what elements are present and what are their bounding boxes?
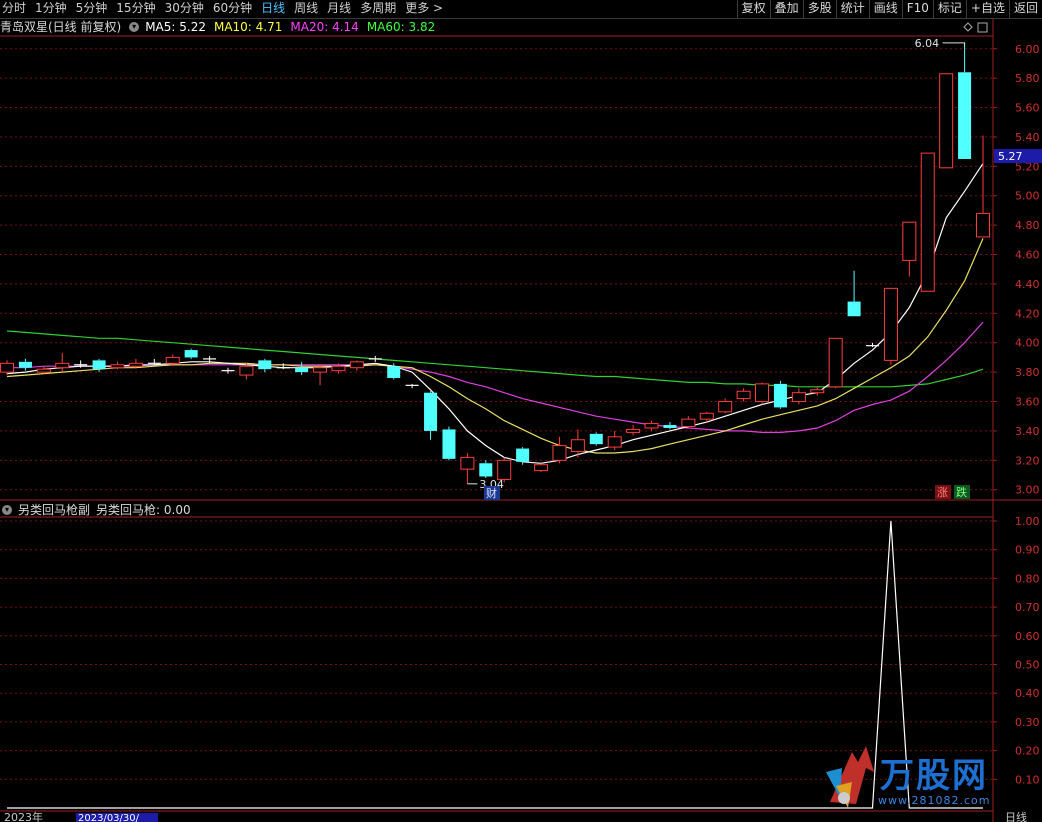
candle-up[interactable] bbox=[313, 367, 328, 373]
candle-up[interactable] bbox=[902, 221, 917, 261]
indicator-tick-label: 0.60 bbox=[1015, 630, 1040, 643]
candle-down[interactable] bbox=[18, 361, 32, 368]
price-tick-label: 4.80 bbox=[1015, 219, 1040, 232]
candle-up[interactable] bbox=[36, 368, 51, 373]
price-tick-label: 4.20 bbox=[1015, 307, 1040, 320]
time-cursor-label: 2023/03/30/ bbox=[78, 813, 140, 822]
price-tick-label: 3.00 bbox=[1015, 484, 1040, 497]
price-tick-label: 3.40 bbox=[1015, 425, 1040, 438]
up-tag[interactable]: 涨 bbox=[937, 486, 948, 499]
diamond-icon[interactable] bbox=[963, 22, 973, 32]
indicator-tick-label: 0.30 bbox=[1015, 716, 1040, 729]
candle-up[interactable] bbox=[699, 412, 714, 420]
candle-up[interactable] bbox=[828, 337, 843, 388]
time-axis-year: 2023年 bbox=[4, 810, 43, 822]
candle-up[interactable] bbox=[976, 212, 990, 238]
finance-tag[interactable]: 财 bbox=[486, 486, 497, 500]
price-tick-label: 6.00 bbox=[1015, 43, 1040, 56]
candle-down[interactable] bbox=[184, 350, 198, 358]
candle-down[interactable] bbox=[479, 463, 493, 477]
candle-up[interactable] bbox=[110, 364, 125, 369]
price-tick-label: 5.60 bbox=[1015, 102, 1040, 115]
watermark: 万股网 www.281082.com bbox=[820, 742, 1020, 812]
candle-up[interactable] bbox=[0, 362, 14, 373]
window-toggle-icon[interactable] bbox=[977, 22, 988, 33]
candle-up[interactable] bbox=[644, 423, 659, 429]
candle-down[interactable] bbox=[516, 448, 530, 462]
candle-up[interactable] bbox=[939, 73, 954, 169]
candle-up[interactable] bbox=[920, 152, 935, 292]
candle-up[interactable] bbox=[239, 365, 254, 376]
candle-up[interactable] bbox=[55, 362, 70, 369]
candle-down[interactable] bbox=[589, 433, 603, 445]
kline-chart[interactable]: 6.005.805.605.405.205.004.804.604.404.20… bbox=[0, 0, 1042, 822]
price-tick-label: 4.00 bbox=[1015, 337, 1040, 350]
price-tick-label: 3.20 bbox=[1015, 454, 1040, 467]
indicator-tick-label: 0.70 bbox=[1015, 601, 1040, 614]
candle-down[interactable] bbox=[847, 301, 861, 317]
price-tick-label: 3.60 bbox=[1015, 396, 1040, 409]
candle-down[interactable] bbox=[773, 383, 787, 408]
indicator-tick-label: 0.40 bbox=[1015, 687, 1040, 700]
candle-down[interactable] bbox=[958, 72, 972, 159]
candle-up[interactable] bbox=[534, 464, 549, 472]
candle-down[interactable] bbox=[387, 366, 401, 379]
candle-up[interactable] bbox=[626, 428, 641, 433]
watermark-url: www.281082.com bbox=[878, 794, 991, 807]
candle-up[interactable] bbox=[497, 459, 512, 480]
candle-up[interactable] bbox=[736, 390, 751, 400]
max-price-arrow bbox=[942, 42, 966, 46]
candle-up[interactable] bbox=[718, 401, 733, 413]
candle-up[interactable] bbox=[460, 456, 475, 470]
candle-down[interactable] bbox=[258, 360, 272, 370]
candle-up[interactable] bbox=[883, 287, 898, 361]
brand-logo-icon bbox=[826, 746, 874, 808]
price-tick-label: 4.60 bbox=[1015, 249, 1040, 262]
indicator-tick-label: 0.50 bbox=[1015, 659, 1040, 672]
candle-down[interactable] bbox=[663, 425, 677, 428]
watermark-brand: 万股网 bbox=[880, 756, 988, 796]
candle-up[interactable] bbox=[755, 383, 770, 403]
candle-down[interactable] bbox=[424, 392, 438, 431]
candle-up[interactable] bbox=[681, 418, 696, 428]
candle-up[interactable] bbox=[165, 356, 180, 364]
candle-down[interactable] bbox=[442, 429, 456, 459]
max-price-label: 6.04 bbox=[915, 37, 940, 50]
candle-up[interactable] bbox=[331, 365, 346, 372]
indicator-tick-label: 1.00 bbox=[1015, 515, 1040, 528]
candle-up[interactable] bbox=[810, 389, 825, 394]
candle-up[interactable] bbox=[570, 439, 585, 452]
indicator-tick-label: 0.80 bbox=[1015, 572, 1040, 585]
candle-down[interactable] bbox=[295, 367, 309, 373]
price-tick-label: 5.40 bbox=[1015, 131, 1040, 144]
current-price-label: 5.27 bbox=[998, 150, 1023, 163]
candle-up[interactable] bbox=[791, 392, 806, 403]
price-tick-label: 5.80 bbox=[1015, 72, 1040, 85]
price-tick-label: 3.80 bbox=[1015, 366, 1040, 379]
candle-up[interactable] bbox=[607, 436, 622, 448]
candle-up[interactable] bbox=[128, 362, 143, 367]
indicator-tick-label: 0.90 bbox=[1015, 544, 1040, 557]
candle-down[interactable] bbox=[92, 360, 106, 370]
candle-up[interactable] bbox=[552, 445, 567, 461]
down-tag[interactable]: 跌 bbox=[956, 485, 967, 499]
price-tick-label: 5.00 bbox=[1015, 190, 1040, 203]
candle-up[interactable] bbox=[349, 361, 364, 369]
price-tick-label: 4.40 bbox=[1015, 278, 1040, 291]
